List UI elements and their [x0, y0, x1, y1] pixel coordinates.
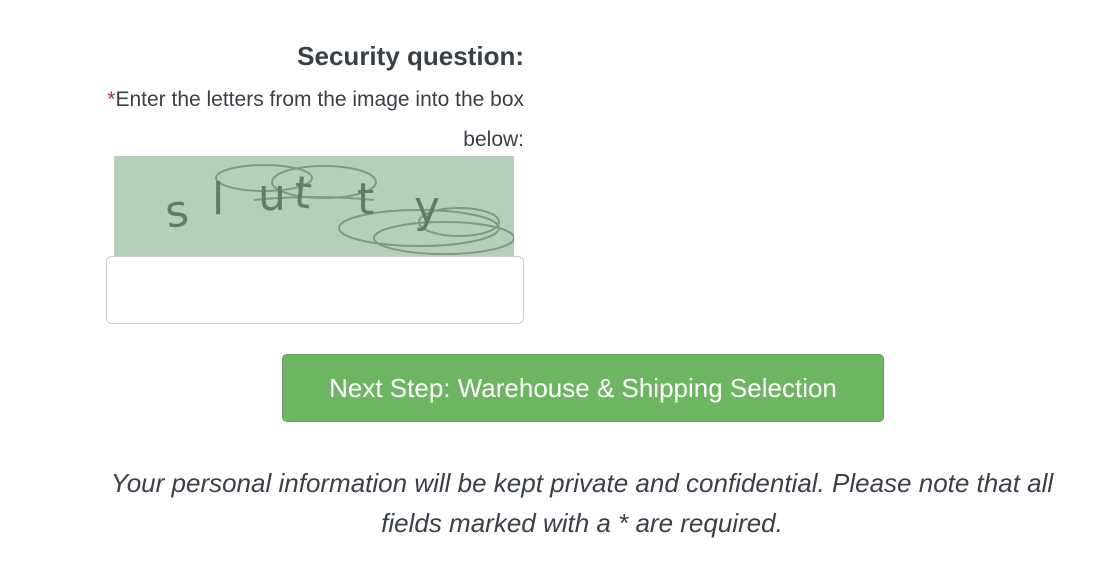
instruction-text: Enter the letters from the image into th…: [115, 88, 524, 151]
security-question-label: Security question:: [297, 41, 524, 71]
svg-text:l: l: [212, 174, 224, 225]
next-step-button[interactable]: Next Step: Warehouse & Shipping Selectio…: [282, 354, 884, 422]
svg-text:y: y: [414, 182, 440, 233]
privacy-note: Your personal information will be kept p…: [110, 468, 1054, 538]
captcha-instruction: *Enter the letters from the image into t…: [106, 80, 524, 160]
captcha-answer-input[interactable]: [106, 256, 524, 324]
svg-text:s: s: [162, 185, 192, 239]
captcha-characters: s l u t t y: [162, 167, 440, 239]
svg-text:t: t: [357, 174, 374, 225]
captcha-image: s l u t t y: [114, 156, 514, 256]
svg-text:u: u: [258, 170, 286, 221]
svg-text:t: t: [292, 167, 315, 220]
captcha-graphic: s l u t t y: [162, 164, 514, 255]
